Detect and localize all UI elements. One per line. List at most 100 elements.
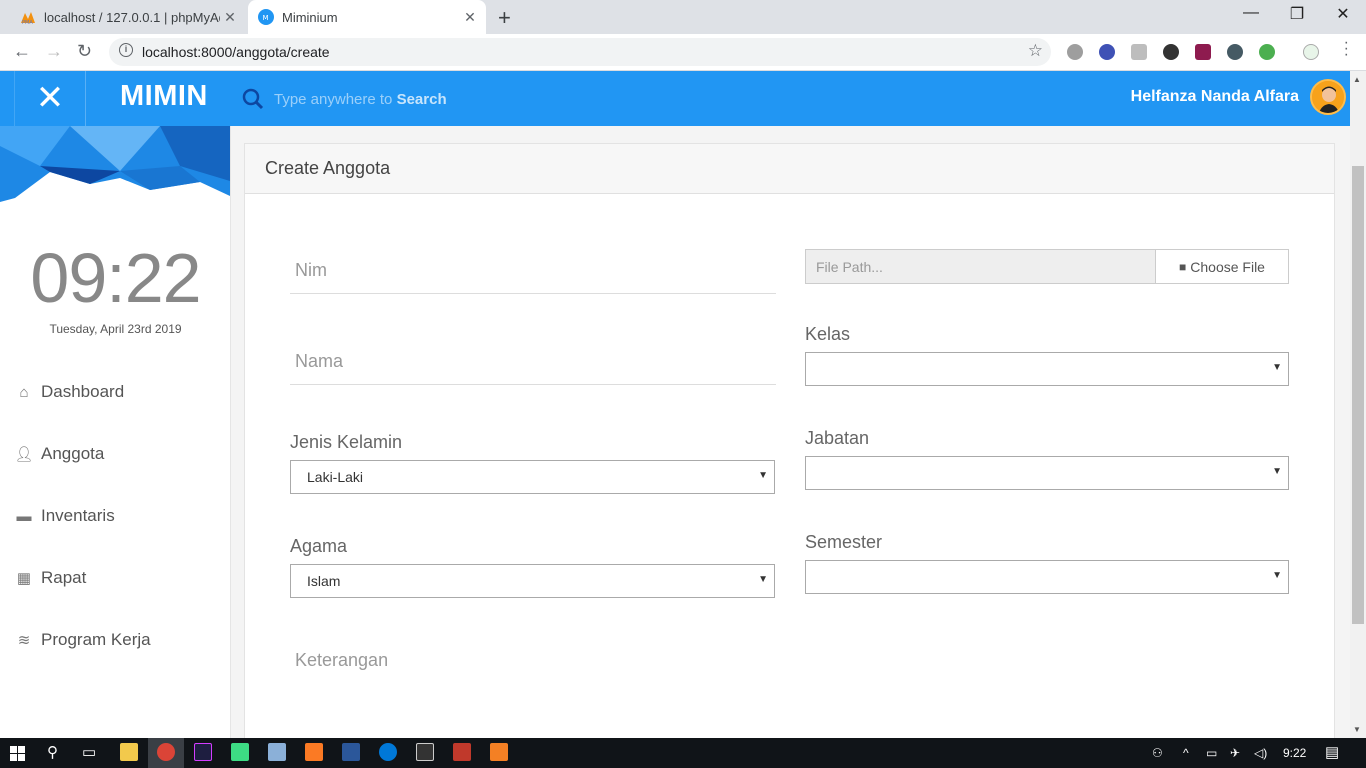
edge-icon[interactable]: [379, 743, 397, 761]
forward-icon[interactable]: →: [45, 41, 63, 62]
minimize-button[interactable]: —: [1228, 4, 1274, 22]
svg-text:PMA: PMA: [22, 20, 33, 25]
extension-globe-icon[interactable]: [1067, 44, 1083, 60]
close-tab-icon[interactable]: ✕: [220, 9, 240, 26]
task-view-icon[interactable]: ▭: [82, 743, 96, 761]
sidebar-item-program-kerja[interactable]: ≋ Program Kerja: [14, 630, 151, 650]
miminium-icon: M: [258, 9, 274, 25]
site-info-icon[interactable]: i: [119, 43, 133, 57]
date: Tuesday, April 23rd 2019: [49, 322, 182, 336]
reload-icon[interactable]: ↻: [77, 41, 92, 62]
bookmark-star-icon[interactable]: ☆: [1028, 41, 1043, 61]
chevron-up-icon[interactable]: ^: [1183, 746, 1189, 760]
file-upload: File Path... ■ Choose File: [805, 249, 1289, 284]
app-header: ✕ MIMIN Type anywhere to Search Helfanza…: [0, 71, 1350, 126]
volume-icon[interactable]: ◁): [1254, 746, 1267, 760]
sidebar-item-label: Dashboard: [41, 382, 125, 401]
battery-icon[interactable]: ▭: [1206, 746, 1217, 760]
git-icon[interactable]: [453, 743, 471, 761]
phpmyadmin-icon: PMA: [21, 12, 35, 25]
browser-toolbar: ← → ↻ i localhost:8000/anggota/create ☆ …: [0, 34, 1366, 71]
search-taskbar-icon[interactable]: ⚲: [47, 743, 58, 761]
search-placeholder: Type anywhere to: [274, 90, 397, 108]
sidebar-item-dashboard[interactable]: ⌂ Dashboard: [14, 382, 124, 402]
sublime-icon[interactable]: [490, 743, 508, 761]
file-explorer-icon[interactable]: [120, 743, 138, 761]
home-icon: ⌂: [19, 383, 29, 401]
avatar[interactable]: [1310, 79, 1346, 115]
phpstorm-icon[interactable]: [194, 743, 212, 761]
word-icon[interactable]: [342, 743, 360, 761]
user-name[interactable]: Helfanza Nanda Alfara: [1131, 88, 1299, 106]
choose-file-button[interactable]: ■ Choose File: [1156, 249, 1289, 284]
people-icon[interactable]: ⚇: [1152, 746, 1163, 760]
chrome-icon[interactable]: [157, 743, 175, 761]
extension-icon[interactable]: [1303, 44, 1319, 60]
brand-logo[interactable]: MIMIN: [120, 80, 208, 113]
windows-start-icon[interactable]: [10, 746, 25, 761]
close-window-button[interactable]: ✕: [1320, 4, 1366, 24]
clock: 09:22: [30, 239, 201, 317]
extension-icon[interactable]: [1195, 44, 1211, 60]
chevron-down-icon: ▼: [1272, 570, 1282, 581]
sidebar-item-label: Inventaris: [41, 506, 115, 525]
back-icon[interactable]: ←: [13, 41, 31, 62]
cmd-icon[interactable]: [416, 743, 434, 761]
agama-select[interactable]: Islam ▼: [290, 564, 775, 598]
sidebar-item-rapat[interactable]: ▦ Rapat: [14, 568, 86, 588]
nim-field[interactable]: Nim: [290, 260, 776, 294]
taskbar-clock[interactable]: 9:22: [1283, 746, 1306, 760]
windows-taskbar: ⚲ ▭ ⚇ ^ ▭ ✈ ◁) 9:22 ▤: [0, 738, 1366, 768]
chevron-down-icon: ▼: [758, 574, 768, 585]
choose-file-label: Choose File: [1190, 258, 1265, 275]
kelas-select[interactable]: ▼: [805, 352, 1289, 386]
search-bar[interactable]: Type anywhere to Search: [242, 88, 447, 110]
nama-field[interactable]: Nama: [290, 351, 776, 385]
sidebar-item-label: Rapat: [41, 568, 87, 587]
scroll-up-icon[interactable]: ▲: [1353, 75, 1361, 84]
url-text[interactable]: localhost:8000/anggota/create: [142, 44, 330, 60]
tab-title: localhost / 127.0.0.1 | phpMyAdm: [44, 9, 220, 25]
chevron-down-icon: ▼: [758, 470, 768, 481]
close-tab-icon[interactable]: ✕: [460, 9, 480, 26]
semester-select[interactable]: ▼: [805, 560, 1289, 594]
maximize-button[interactable]: ❐: [1274, 4, 1320, 24]
address-bar[interactable]: i localhost:8000/anggota/create ☆: [109, 38, 1051, 66]
keterangan-field[interactable]: Keterangan: [290, 650, 776, 683]
sidebar-toggle-button[interactable]: ✕: [14, 71, 86, 126]
new-tab-button[interactable]: +: [498, 5, 511, 31]
sidebar-item-label: Program Kerja: [41, 630, 151, 649]
extension-icon[interactable]: [1227, 44, 1243, 60]
folder-icon: ■: [1179, 259, 1187, 274]
jabatan-select[interactable]: ▼: [805, 456, 1289, 490]
browser-tab-miminium[interactable]: M Miminium ✕: [248, 0, 486, 34]
extension-mask-icon[interactable]: [1163, 44, 1179, 60]
kelas-label: Kelas: [805, 324, 851, 344]
search-input[interactable]: Type anywhere to Search: [274, 91, 447, 108]
scrollbar-thumb[interactable]: [1352, 166, 1364, 624]
search-placeholder-bold: Search: [396, 90, 447, 108]
scroll-down-icon[interactable]: ▼: [1353, 725, 1361, 734]
chevron-down-icon: ▼: [1272, 362, 1282, 373]
jabatan-label: Jabatan: [805, 428, 870, 448]
xampp-icon[interactable]: [305, 743, 323, 761]
notepad-icon[interactable]: [268, 743, 286, 761]
network-icon[interactable]: ✈: [1230, 746, 1240, 760]
file-path-input[interactable]: File Path...: [805, 249, 1156, 284]
sidebar-item-inventaris[interactable]: ▬ Inventaris: [14, 506, 115, 526]
extension-cube-icon[interactable]: [1131, 44, 1147, 60]
sidebar-item-label: Anggota: [41, 444, 105, 463]
chrome-menu-icon[interactable]: · · ·: [1344, 35, 1349, 63]
select-value: Laki-Laki: [307, 469, 364, 485]
panel-title: Create Anggota: [245, 144, 1334, 194]
android-studio-icon[interactable]: [231, 743, 249, 761]
extension-icon[interactable]: [1099, 44, 1115, 60]
notifications-icon[interactable]: ▤: [1325, 743, 1339, 761]
jenis-kelamin-select[interactable]: Laki-Laki ▼: [290, 460, 775, 494]
main-content: Create Anggota Nim Nama Jenis Kelamin La…: [231, 126, 1350, 743]
extension-icon[interactable]: [1259, 44, 1275, 60]
page-scrollbar[interactable]: ▲ ▼: [1350, 71, 1366, 738]
search-icon: [242, 88, 264, 110]
sidebar-item-anggota[interactable]: 👤︎ Anggota: [14, 444, 104, 464]
browser-tab-phpmyadmin[interactable]: PMA localhost / 127.0.0.1 | phpMyAdm ✕: [10, 0, 246, 34]
